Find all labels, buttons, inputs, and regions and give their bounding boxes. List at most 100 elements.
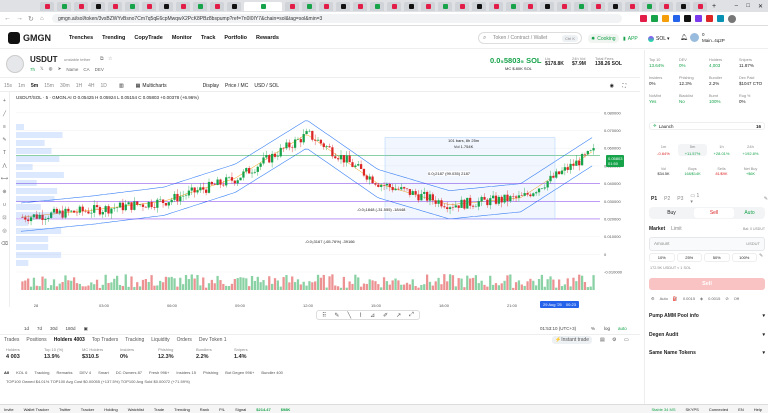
status-item[interactable]: Tracker	[81, 407, 94, 412]
browser-tab[interactable]	[193, 1, 207, 11]
pattern-icon[interactable]: ⋀	[2, 163, 6, 169]
trendline-icon[interactable]: ╱	[3, 111, 6, 117]
tab-top-traders[interactable]: Top Traders	[92, 337, 118, 343]
globe-icon[interactable]: ◍	[49, 66, 53, 72]
browser-tab[interactable]	[57, 1, 71, 11]
browser-tab[interactable]	[489, 1, 503, 11]
browser-tab[interactable]	[557, 1, 571, 11]
browser-tab[interactable]	[659, 1, 673, 11]
app-button[interactable]: ▮ APP	[620, 34, 641, 43]
percent-button[interactable]: 10%	[649, 253, 675, 262]
tf-1d[interactable]: 1D	[101, 83, 107, 89]
display-button[interactable]: Display	[203, 83, 219, 89]
status-right-item[interactable]: Stable 34 MS	[651, 407, 675, 412]
browser-tab[interactable]	[108, 1, 122, 11]
holder-filter[interactable]: All	[4, 370, 9, 375]
browser-tab[interactable]	[142, 1, 156, 11]
tab-orders[interactable]: Orders	[177, 337, 192, 343]
browser-tab[interactable]	[336, 1, 350, 11]
extension-icon[interactable]	[684, 14, 691, 22]
order-market[interactable]: Market	[649, 226, 665, 232]
browser-tab[interactable]	[608, 1, 622, 11]
percent-button[interactable]: 100%	[731, 253, 757, 262]
tf-4h[interactable]: 4H	[88, 83, 94, 89]
url-field[interactable]: gmgn.ai/sol/token/3vsBZWYvBsno7Cm7q5qE6c…	[52, 14, 622, 23]
browser-tab[interactable]	[302, 1, 316, 11]
browser-tab-active[interactable]	[244, 1, 282, 11]
preset-p1[interactable]: P1	[651, 196, 657, 202]
tag-dev[interactable]: DEV	[95, 67, 104, 72]
tf-5m[interactable]: 5m	[31, 83, 38, 89]
gmgn-logo[interactable]: GMGN	[8, 31, 51, 44]
range-30d[interactable]: 30d	[50, 326, 58, 331]
tab-tracking[interactable]: Tracking	[125, 337, 144, 343]
new-tab-icon[interactable]: +	[712, 3, 716, 10]
holder-filter[interactable]: Smart	[98, 370, 109, 375]
priority-fee[interactable]: 0.0015	[683, 296, 695, 301]
browser-tab[interactable]	[404, 1, 418, 11]
browser-tab[interactable]	[370, 1, 384, 11]
browser-tab[interactable]	[285, 1, 299, 11]
twitter-icon[interactable]: 𝕏	[40, 66, 44, 72]
status-item[interactable]: Signal	[235, 407, 246, 412]
draw-grip-icon[interactable]: ⠿	[322, 312, 326, 319]
status-item[interactable]: Twitter	[59, 407, 71, 412]
settings-icon[interactable]: ⚙	[612, 337, 616, 343]
browser-tab[interactable]	[676, 1, 690, 11]
brush-icon[interactable]: ✎	[2, 137, 6, 143]
home-icon[interactable]: ⌂	[40, 16, 44, 22]
sell-tab[interactable]: Sell	[694, 208, 734, 218]
chain-selector[interactable]: SOL ▾	[648, 34, 670, 43]
camera-icon[interactable]: ◉	[610, 83, 614, 89]
browser-tab[interactable]	[455, 1, 469, 11]
reload-icon[interactable]: ↻	[28, 15, 34, 23]
tf-15s[interactable]: 15s	[4, 83, 12, 89]
auto-setting[interactable]: Auto	[660, 296, 668, 301]
nav-trenches[interactable]: Trenches	[69, 35, 93, 41]
browser-tab[interactable]	[591, 1, 605, 11]
holder-filter[interactable]: Bot Degen 996+	[225, 370, 254, 375]
holder-filter[interactable]: Fresh 996+	[149, 370, 169, 375]
nav-monitor[interactable]: Monitor	[172, 35, 192, 41]
auto-slippage-icon[interactable]: ⚙	[651, 296, 655, 301]
extension-icon[interactable]	[695, 14, 702, 22]
extension-icon[interactable]	[662, 14, 669, 22]
forward-icon[interactable]: →	[16, 15, 23, 22]
edit-presets-icon[interactable]: ✎	[759, 253, 765, 262]
section-pool-info[interactable]: Pump AMM Pool info ▾	[649, 313, 765, 319]
holder-filter[interactable]: DC Owners 87	[116, 370, 142, 375]
percent-toggle[interactable]: %	[591, 326, 595, 331]
range-1d[interactable]: 1d	[24, 326, 29, 331]
status-item[interactable]: $98K	[281, 407, 291, 412]
minimize-icon[interactable]: –	[735, 3, 738, 9]
search-input[interactable]: ⌕ Token / Contract / Wallet Ctrl K	[478, 32, 582, 44]
auto-tab[interactable]: Auto	[734, 207, 765, 219]
period-cell[interactable]: 1h +28.01%	[707, 144, 736, 156]
period-cell[interactable]: 1m -0.64%	[649, 144, 678, 156]
status-item[interactable]: Holding	[104, 407, 118, 412]
browser-tab[interactable]	[176, 1, 190, 11]
usd-sol-toggle[interactable]: USD / SOL	[254, 83, 279, 89]
browser-tab[interactable]	[74, 1, 88, 11]
trash-icon[interactable]: ⌫	[1, 241, 8, 247]
buy-tab[interactable]: Buy	[649, 207, 694, 219]
layout-icon[interactable]: ▤	[600, 337, 605, 343]
browser-tab[interactable]	[540, 1, 554, 11]
tab-dev-token[interactable]: Dev Token 1	[199, 337, 227, 343]
multicharts-button[interactable]: ▦ Multicharts	[136, 83, 167, 89]
browser-tab[interactable]	[421, 1, 435, 11]
period-cell[interactable]: 5m +11.57%	[678, 144, 707, 156]
back-icon[interactable]: ←	[4, 15, 11, 22]
browser-tab[interactable]	[125, 1, 139, 11]
instant-trade-button[interactable]: ⚡Instant trade	[552, 335, 593, 344]
edit-icon[interactable]: ✎	[764, 196, 768, 202]
holder-filter[interactable]: Remarks	[57, 370, 73, 375]
range-180d[interactable]: 180d	[66, 326, 76, 331]
extension-icon[interactable]	[651, 14, 658, 22]
candle-type-icon[interactable]: ▥	[119, 83, 124, 89]
draw-brush-icon[interactable]: ✐	[383, 312, 388, 319]
tf-30m[interactable]: 30m	[60, 83, 70, 89]
status-item[interactable]: Rank	[200, 407, 209, 412]
account-menu[interactable]: 🔔︎ 0 Main..4q2P	[680, 31, 764, 47]
fullscreen-icon[interactable]: ⛶	[622, 83, 626, 89]
